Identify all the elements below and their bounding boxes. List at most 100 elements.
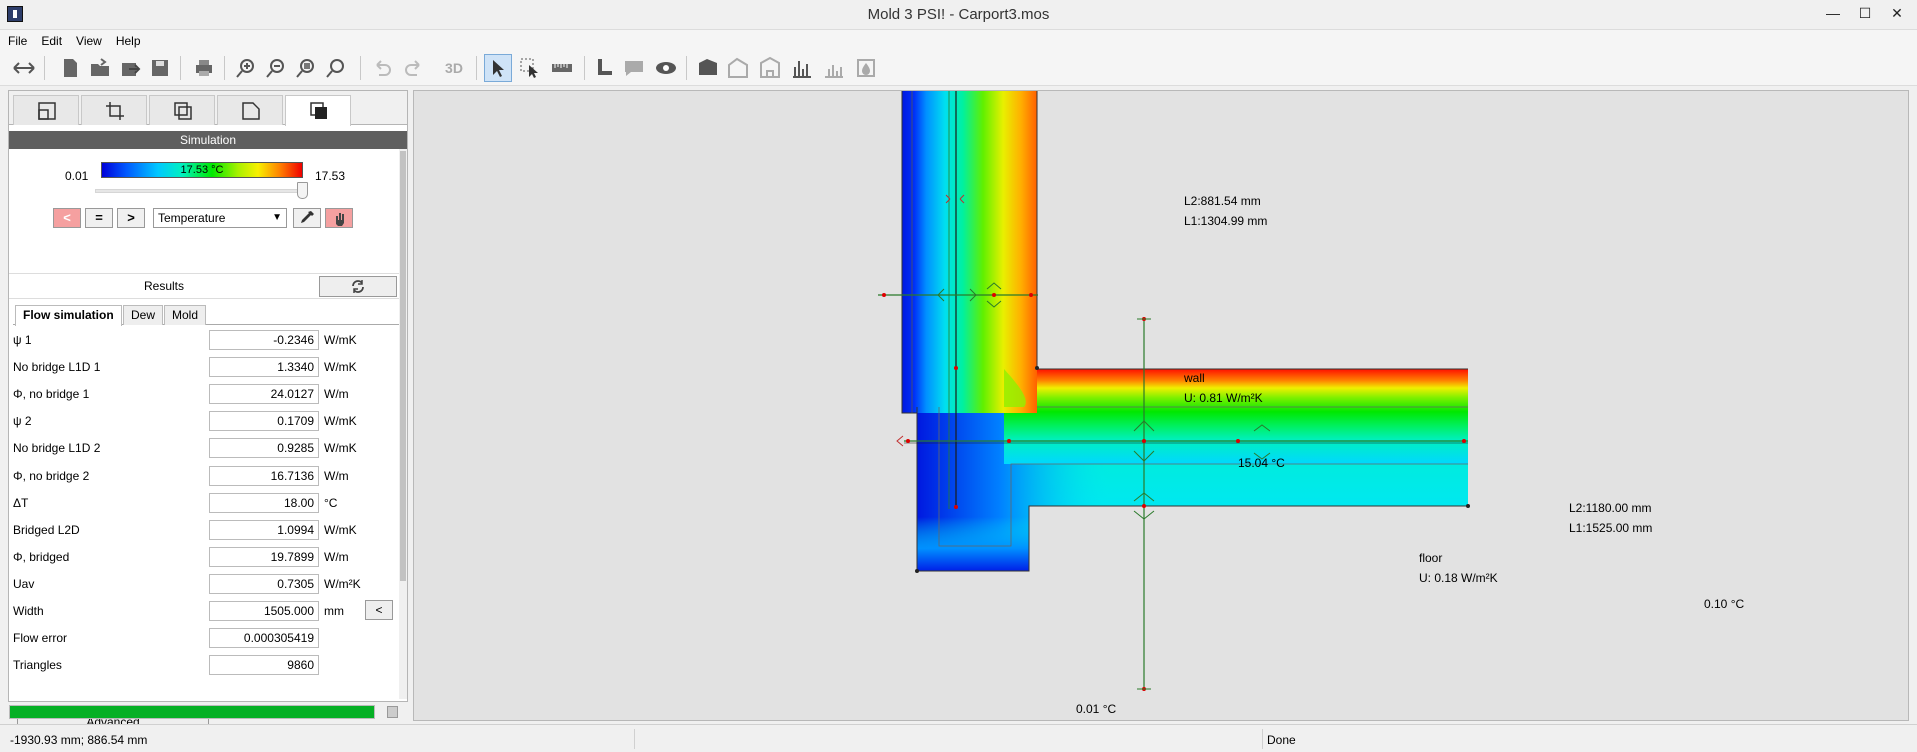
tab-crop[interactable] [81,95,147,125]
next-button[interactable]: > [117,208,145,228]
tab-boundary[interactable] [217,95,283,125]
print-icon[interactable] [190,54,218,82]
fill-icon[interactable] [694,54,722,82]
panel-scrollbar[interactable] [399,149,407,699]
scale-slider-thumb[interactable] [297,182,308,199]
tab-materials[interactable] [149,95,215,125]
temp-bottom-label: 0.01 °C [1076,702,1117,716]
result-row: Φ, no bridge 2 16.7136 W/m [13,465,397,487]
result-label: Triangles [13,658,62,673]
hand-probe-icon[interactable] [325,208,353,228]
measure-icon[interactable] [548,54,576,82]
select-node-icon[interactable] [516,54,544,82]
menu-edit[interactable]: Edit [33,30,68,50]
scale-min-label: 0.01 [65,169,89,183]
result-value-field[interactable]: 1.3340 [209,357,319,378]
drawing-canvas[interactable]: L2:881.54 mm L1:1304.99 mm wall U: 0.81 … [413,90,1909,721]
equal-button[interactable]: = [85,208,113,228]
select-arrow-icon[interactable] [484,54,512,82]
scale-max-label: 17.53 [315,169,346,183]
pipette-icon[interactable] [293,208,321,228]
result-row: No bridge L1D 1 1.3340 W/mK [13,356,397,378]
3d-icon[interactable]: 3D [440,54,468,82]
result-label: Flow error [13,631,68,646]
refresh-button[interactable] [319,276,397,297]
result-row: Width 1505.000 mm < [13,600,397,622]
tab-dew[interactable]: Dew [123,305,164,325]
stop-button[interactable] [387,706,398,718]
open-file-icon[interactable] [86,54,114,82]
simulation-header: Simulation [9,131,407,149]
left-panel: Simulation 0.01 17.53 °C 17.53 < = > Tem… [8,90,408,734]
export-icon[interactable] [116,54,144,82]
bar-chart-icon[interactable] [788,54,816,82]
redo-icon[interactable] [400,54,428,82]
undo-icon[interactable] [368,54,396,82]
zoom-out-icon[interactable] [262,54,290,82]
result-value-field[interactable]: 0.1709 [209,411,319,432]
result-value-field[interactable]: -0.2346 [209,330,319,350]
menu-view[interactable]: View [68,30,108,50]
building-icon[interactable] [724,54,752,82]
result-label: Φ, no bridge 1 [13,387,90,402]
result-unit: °C [324,495,338,510]
close-button[interactable]: ✕ [1882,2,1912,24]
corner-temp-label: 15.04 °C [1238,456,1285,470]
menu-file[interactable]: File [0,30,33,50]
result-value-field[interactable]: 0.000305419 [209,628,319,649]
arrows-icon[interactable] [10,54,38,82]
result-value-field[interactable]: 18.00 [209,492,319,513]
building-alt-icon[interactable] [756,54,784,82]
result-label: No bridge L1D 1 [13,360,101,375]
result-unit: W/m²K [324,576,361,591]
zoom-fit-icon[interactable] [292,54,320,82]
result-value-field[interactable]: 1.0994 [209,519,319,540]
tab-flow-simulation[interactable]: Flow simulation [15,305,122,326]
results-row: Results [9,273,399,299]
bar-chart-g-icon[interactable] [820,54,848,82]
display-mode-select[interactable]: Temperature ▼ [153,208,287,228]
save-icon[interactable] [146,54,174,82]
result-row: Triangles 9860 [13,654,397,676]
result-row: Uav 0.7305 W/m²K [13,573,397,595]
scale-slider-track[interactable] [95,189,307,193]
result-value-field[interactable]: 19.7899 [209,546,319,567]
scrollbar-thumb[interactable] [400,151,406,581]
floor-name-label: floor [1419,551,1443,565]
eye-icon[interactable] [652,54,680,82]
moisture-icon[interactable] [852,54,880,82]
result-value-field[interactable]: 1505.000 [209,601,319,621]
results-tabs: Flow simulation Dew Mold [13,303,399,326]
minimize-button[interactable]: — [1818,2,1848,24]
progress-fill [10,706,374,718]
result-label: ΔT [13,495,29,510]
result-value-field[interactable]: 9860 [209,655,319,676]
result-unit: W/mK [324,414,357,429]
result-value-field[interactable]: 0.9285 [209,438,319,459]
chevron-down-icon: ▼ [272,212,282,223]
tab-mold[interactable]: Mold [164,305,207,325]
result-label: Φ, no bridge 2 [13,468,90,483]
comment-icon[interactable] [620,54,648,82]
tab-geometry[interactable] [13,95,79,125]
result-value-field[interactable]: 16.7136 [209,465,319,486]
tab-simulation[interactable] [285,95,351,126]
result-value-field[interactable]: 24.0127 [209,384,319,405]
temp-right-label: 0.10 °C [1704,597,1745,611]
result-label: Uav [13,576,35,591]
result-row: Flow error 0.000305419 [13,627,397,649]
temperature-color-scale: 17.53 °C [101,162,303,178]
maximize-button[interactable]: ☐ [1850,2,1880,24]
window-title: Mold 3 PSI! - Carport3.mos [867,6,1050,23]
zoom-in-icon[interactable] [232,54,260,82]
result-unit: W/m [324,468,349,483]
zoom-reset-icon[interactable] [322,54,350,82]
result-value-field[interactable]: 0.7305 [209,573,319,594]
menu-help[interactable]: Help [108,30,147,50]
width-apply-button[interactable]: < [365,600,393,620]
new-file-icon[interactable] [56,54,84,82]
wall-name-label: wall [1184,371,1205,385]
title-bar: Mold 3 PSI! - Carport3.mos — ☐ ✕ [0,0,1917,30]
prev-button[interactable]: < [53,208,81,228]
corner-icon[interactable] [590,54,618,82]
